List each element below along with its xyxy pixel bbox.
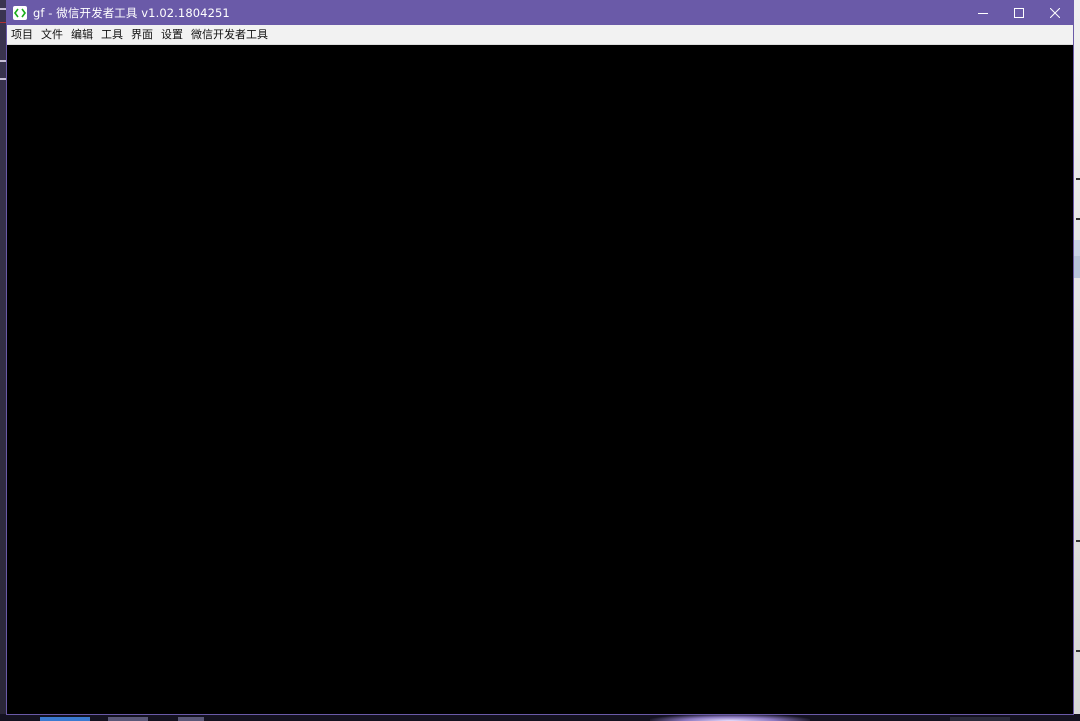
minimize-icon [978,13,988,14]
menu-item-settings[interactable]: 设置 [157,25,187,45]
menu-item-tools[interactable]: 工具 [97,25,127,45]
window-title: gf - 微信开发者工具 v1.02.1804251 [33,6,230,20]
minimize-button[interactable] [965,1,1001,25]
content-area [7,45,1073,714]
maximize-button[interactable] [1001,1,1037,25]
menu-item-edit[interactable]: 编辑 [67,25,97,45]
app-window: gf - 微信开发者工具 v1.02.1804251 项目 文件 编辑 工具 界… [6,0,1074,715]
wechat-devtools-logo-icon [13,6,27,20]
menu-item-file[interactable]: 文件 [37,25,67,45]
maximize-icon [1014,8,1024,18]
taskbar-peek [0,714,1080,721]
window-controls [965,1,1073,25]
desktop-glow [650,714,810,721]
close-button[interactable] [1037,1,1073,25]
menu-item-view[interactable]: 界面 [127,25,157,45]
close-icon [1050,8,1060,18]
menu-item-project[interactable]: 项目 [7,25,37,45]
menu-item-wechat-devtools[interactable]: 微信开发者工具 [187,25,272,45]
title-bar[interactable]: gf - 微信开发者工具 v1.02.1804251 [7,1,1073,25]
menu-bar: 项目 文件 编辑 工具 界面 设置 微信开发者工具 [7,25,1073,45]
background-window-right-edge [1073,0,1080,721]
